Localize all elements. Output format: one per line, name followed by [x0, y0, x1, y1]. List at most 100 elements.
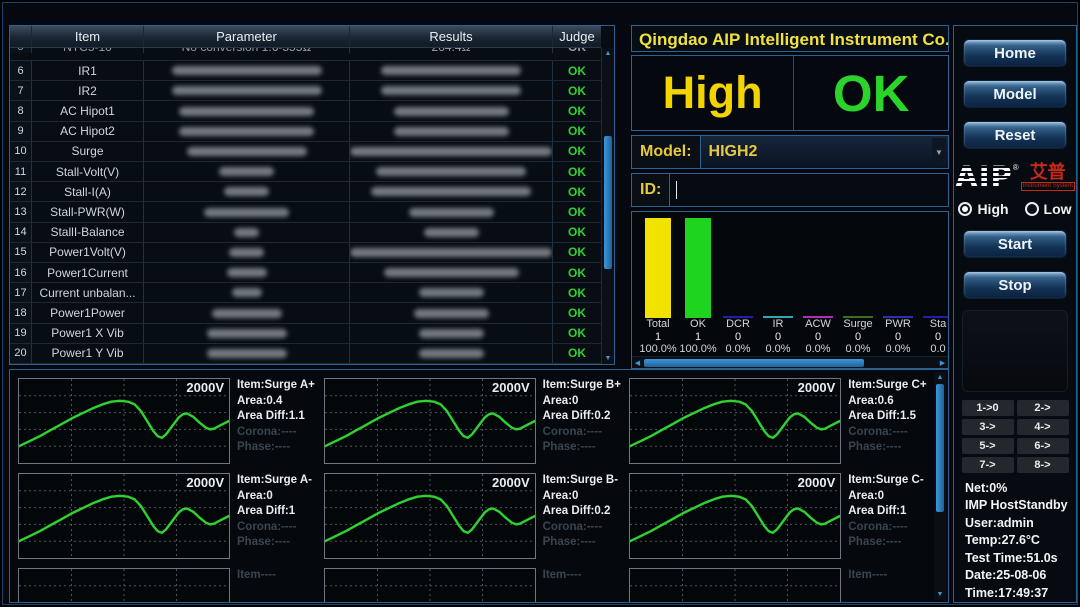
channel-button-7[interactable]: 7->: [962, 457, 1014, 473]
cell-judge: OK: [553, 81, 601, 100]
stat-count: 0: [895, 331, 901, 343]
waveform-labels: Item:Surge B+Area:0Area Diff:0.2Corona:-…: [536, 378, 626, 469]
id-input[interactable]: [669, 174, 948, 206]
cell-item: Power1 Y Vib: [32, 344, 144, 363]
redacted-value: [384, 268, 519, 277]
column-header: Results: [350, 26, 553, 47]
waveform-chart[interactable]: 2000V: [629, 473, 841, 559]
table-row[interactable]: 12Stall-I(A)OK: [10, 182, 601, 202]
aip-logo-chinese: 艾普 Instrument System: [1021, 163, 1075, 191]
registered-mark: ®: [1013, 163, 1019, 173]
stats-scrollbar-thumb[interactable]: [644, 359, 864, 367]
cell-judge: OK: [553, 61, 601, 80]
radio-low[interactable]: Low: [1025, 201, 1072, 217]
table-row[interactable]: 9AC Hipot2OK: [10, 122, 601, 142]
chevron-down-icon[interactable]: ▼: [932, 138, 946, 166]
home-button[interactable]: Home: [963, 39, 1067, 67]
channel-button-1[interactable]: 1->0: [962, 400, 1014, 416]
message-display: [962, 310, 1068, 392]
cell-results-redacted: [350, 223, 553, 242]
waveform-scrollbar[interactable]: ▲ ▼: [934, 372, 946, 600]
waveform-chart-group-partial: Item----: [320, 566, 626, 602]
scroll-right-icon[interactable]: ▶: [937, 357, 948, 368]
start-button[interactable]: Start: [963, 230, 1067, 258]
table-row[interactable]: 19Power1 X VibOK: [10, 324, 601, 344]
waveform-labels: Item:Surge A+Area:0.4Area Diff:1.1Corona…: [230, 378, 320, 469]
channel-button-5[interactable]: 5->: [962, 438, 1014, 454]
radio-high[interactable]: High: [958, 201, 1008, 217]
table-row[interactable]: 10SurgeOK: [10, 142, 601, 162]
reset-button[interactable]: Reset: [963, 121, 1067, 149]
radio-icon[interactable]: [958, 202, 972, 216]
channel-button-3[interactable]: 3->: [962, 419, 1014, 435]
waveform-chart[interactable]: 2000V: [18, 378, 230, 464]
text-caret: [676, 181, 677, 199]
table-row[interactable]: 15Power1Volt(V)OK: [10, 243, 601, 263]
cell-results-redacted: [350, 263, 553, 282]
cell-results-redacted: [350, 142, 553, 161]
table-scrollbar-thumb[interactable]: [604, 136, 612, 269]
table-row[interactable]: 14StallI-BalanceOK: [10, 223, 601, 243]
waveform-label: Area Diff:1: [237, 504, 320, 520]
model-button[interactable]: Model: [963, 80, 1067, 108]
waveform-chart[interactable]: [629, 568, 841, 602]
stat-percent: 0.0%: [845, 343, 870, 355]
cell-judge: OK: [553, 344, 601, 363]
stop-button[interactable]: Stop: [963, 271, 1067, 299]
model-select[interactable]: HIGH2 ▼: [700, 136, 948, 168]
scroll-up-icon[interactable]: ▲: [934, 372, 946, 383]
scroll-left-icon[interactable]: ◀: [632, 357, 643, 368]
waveform-chart[interactable]: [324, 568, 536, 602]
redacted-value: [424, 228, 479, 237]
table-row[interactable]: 8AC Hipot1OK: [10, 101, 601, 121]
table-scrollbar[interactable]: ▲ ▼: [601, 48, 614, 364]
id-row: ID:: [631, 173, 949, 207]
table-row[interactable]: 7IR2OK: [10, 81, 601, 101]
table-row[interactable]: 5NTC5-10No conversion 1.6-555Ω264.4ΩOK: [10, 48, 601, 61]
waveform-label-dim: Phase:----: [237, 440, 320, 456]
channel-button-8[interactable]: 8->: [1017, 457, 1069, 473]
stat-column: ACW00.0%: [798, 218, 838, 355]
stats-scrollbar[interactable]: ◀ ▶: [632, 356, 948, 368]
cell-parameter-redacted: [144, 324, 350, 343]
waveform-chart[interactable]: 2000V: [18, 473, 230, 559]
waveform-chart[interactable]: 2000V: [629, 378, 841, 464]
scroll-up-icon[interactable]: ▲: [602, 48, 614, 59]
cell-judge: OK: [553, 101, 601, 120]
cell-item: IR2: [32, 81, 144, 100]
stat-bar: [645, 218, 671, 318]
waveform-label: Area Diff:1: [848, 504, 931, 520]
table-row[interactable]: 16Power1CurrentOK: [10, 263, 601, 283]
table-row[interactable]: 6IR1OK: [10, 61, 601, 81]
waveform-scrollbar-thumb[interactable]: [936, 384, 944, 512]
table-row[interactable]: 11Stall-Volt(V)OK: [10, 162, 601, 182]
cell-row-number: 13: [10, 202, 32, 221]
channel-button-4[interactable]: 4->: [1017, 419, 1069, 435]
cell-parameter-redacted: [144, 162, 350, 181]
waveform-chart[interactable]: 2000V: [324, 378, 536, 464]
table-row[interactable]: 13Stall-PWR(W)OK: [10, 202, 601, 222]
radio-icon[interactable]: [1025, 202, 1039, 216]
radio-label: Low: [1044, 201, 1072, 217]
channel-button-6[interactable]: 6->: [1017, 438, 1069, 454]
channel-button-2[interactable]: 2->: [1017, 400, 1069, 416]
stat-label: IR: [773, 318, 784, 331]
column-header: Parameter: [144, 26, 350, 47]
cell-judge: OK: [553, 162, 601, 181]
aip-logo: AIP ® 艾普 Instrument System: [955, 163, 1074, 192]
stats-bars: Total1100.0%OK1100.0%DCR00.0%IR00.0%ACW0…: [638, 218, 948, 355]
status-line: Test Time:51.0s: [965, 550, 1076, 568]
stat-label: ACW: [805, 318, 831, 331]
scroll-down-icon[interactable]: ▼: [602, 353, 614, 364]
waveform-chart[interactable]: [18, 568, 230, 602]
table-row[interactable]: 18Power1PowerOK: [10, 303, 601, 323]
waveform-label: Item:Surge B-: [543, 473, 626, 489]
waveform-label-dim: Corona:----: [237, 520, 320, 536]
table-row[interactable]: 20Power1 Y VibOK: [10, 344, 601, 364]
table-row[interactable]: 17Current unbalan...OK: [10, 283, 601, 303]
redacted-value: [376, 167, 526, 176]
scroll-down-icon[interactable]: ▼: [934, 589, 946, 600]
waveform-chart[interactable]: 2000V: [324, 473, 536, 559]
redacted-value: [224, 187, 269, 196]
waveform-label: Area:0: [237, 489, 320, 505]
